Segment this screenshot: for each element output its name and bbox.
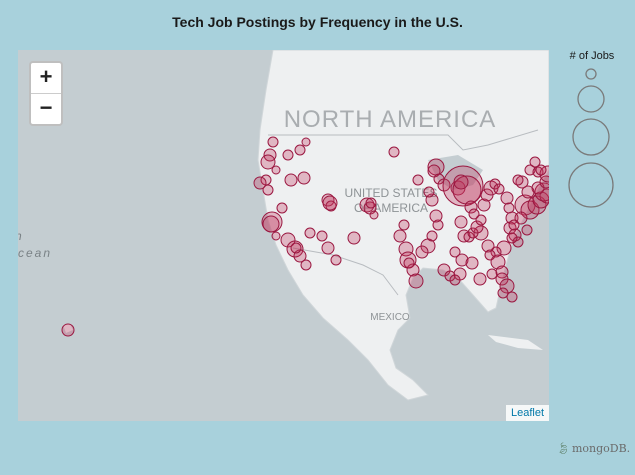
label-mexico: MEXICO xyxy=(370,312,410,323)
job-marker[interactable] xyxy=(506,232,518,244)
job-marker[interactable] xyxy=(290,242,302,254)
job-marker[interactable] xyxy=(388,146,400,158)
label-country-1: UNITED STATES xyxy=(345,186,438,200)
job-marker[interactable] xyxy=(393,229,407,243)
job-marker[interactable] xyxy=(449,274,461,286)
leaf-icon: 🍃︎ xyxy=(556,442,570,455)
label-ocean: cean xyxy=(18,246,52,260)
brand-logo: 🍃︎ mongoDB. xyxy=(556,442,630,455)
job-marker[interactable] xyxy=(297,171,311,185)
job-marker[interactable] xyxy=(321,241,335,255)
cuba xyxy=(488,335,543,350)
zoom-out-button[interactable]: − xyxy=(31,94,61,124)
job-marker[interactable] xyxy=(262,215,280,233)
zoom-in-button[interactable]: + xyxy=(31,63,61,94)
job-marker[interactable] xyxy=(486,268,498,280)
legend-circle-3 xyxy=(572,118,610,156)
job-marker[interactable] xyxy=(316,230,328,242)
job-marker[interactable] xyxy=(294,144,306,156)
job-marker[interactable] xyxy=(454,215,468,229)
label-continent: NORTH AMERICA xyxy=(284,106,497,133)
job-marker[interactable] xyxy=(429,209,443,223)
attribution-link[interactable]: Leaflet xyxy=(505,405,549,421)
job-marker[interactable] xyxy=(408,273,424,289)
job-marker[interactable] xyxy=(506,291,518,303)
job-marker[interactable] xyxy=(423,186,435,198)
job-marker[interactable] xyxy=(449,246,461,258)
job-marker[interactable] xyxy=(271,231,281,241)
label-ocean-2: n xyxy=(18,229,22,243)
job-marker[interactable] xyxy=(262,184,274,196)
job-marker[interactable] xyxy=(347,231,361,245)
job-marker[interactable] xyxy=(508,219,520,231)
job-marker[interactable] xyxy=(369,210,379,220)
job-marker[interactable] xyxy=(465,256,479,270)
job-marker[interactable] xyxy=(398,219,410,231)
page-title: Tech Job Postings by Frequency in the U.… xyxy=(172,14,463,30)
job-marker[interactable] xyxy=(267,136,279,148)
job-marker[interactable] xyxy=(426,230,438,242)
job-marker[interactable] xyxy=(365,197,377,209)
legend-circle-1 xyxy=(585,68,597,80)
legend-title: # of Jobs xyxy=(569,50,615,62)
job-marker[interactable] xyxy=(61,323,75,337)
job-map[interactable]: NORTH AMERICA UNITED STATES OF AMERICA M… xyxy=(18,50,549,421)
job-marker[interactable] xyxy=(497,287,509,299)
legend-circle-2 xyxy=(577,85,605,113)
job-marker[interactable] xyxy=(403,257,415,269)
job-marker[interactable] xyxy=(475,214,487,226)
zoom-control: + − xyxy=(29,61,63,126)
legend-circle-4 xyxy=(568,162,614,208)
job-marker[interactable] xyxy=(529,156,541,168)
brand-name: mongoDB. xyxy=(571,442,631,455)
job-marker[interactable] xyxy=(453,174,469,190)
job-marker[interactable] xyxy=(322,195,338,211)
job-marker[interactable] xyxy=(500,191,514,205)
job-marker[interactable] xyxy=(301,137,311,147)
job-marker[interactable] xyxy=(521,224,533,236)
basemap: NORTH AMERICA UNITED STATES OF AMERICA M… xyxy=(18,50,549,401)
job-marker[interactable] xyxy=(473,272,487,286)
job-marker[interactable] xyxy=(503,202,515,214)
job-marker[interactable] xyxy=(415,245,429,259)
job-marker[interactable] xyxy=(276,202,288,214)
job-marker[interactable] xyxy=(330,254,342,266)
job-marker[interactable] xyxy=(412,174,424,186)
job-marker[interactable] xyxy=(300,259,312,271)
job-marker[interactable] xyxy=(512,174,524,186)
job-marker[interactable] xyxy=(282,149,294,161)
job-marker[interactable] xyxy=(284,173,298,187)
job-marker[interactable] xyxy=(271,165,281,175)
job-marker[interactable] xyxy=(304,227,316,239)
job-marker[interactable] xyxy=(493,183,505,195)
